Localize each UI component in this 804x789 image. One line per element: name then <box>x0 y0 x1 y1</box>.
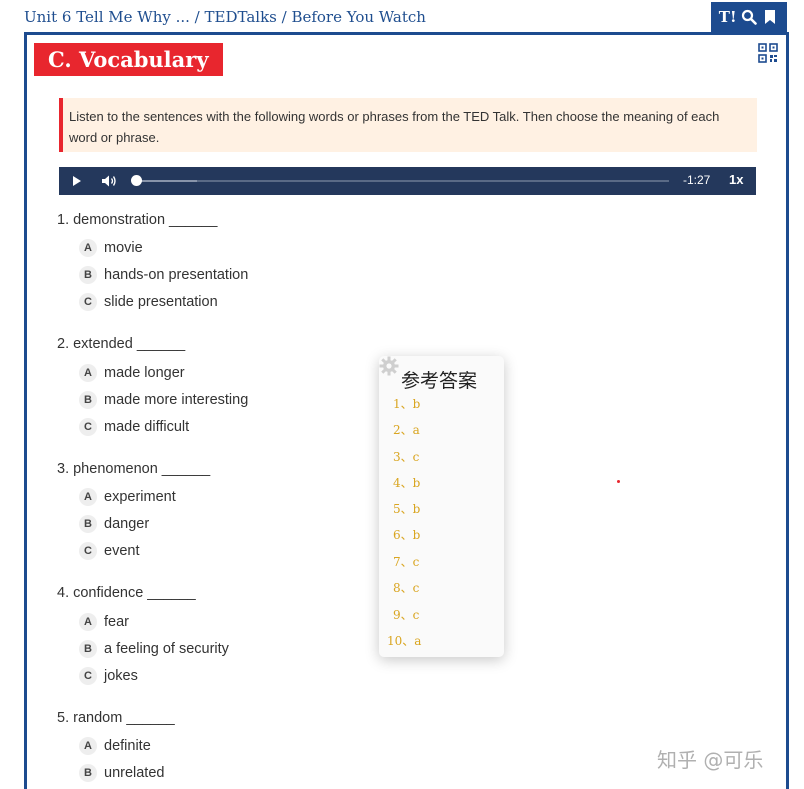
answer-item: 7、c <box>393 555 420 569</box>
audio-progress-handle[interactable] <box>130 175 142 186</box>
section-title: C. Vocabulary <box>34 43 223 76</box>
option-text: made more interesting <box>104 392 249 408</box>
option-text: danger <box>104 516 150 532</box>
option-text: a feeling of security <box>104 641 229 657</box>
option-text: event <box>104 543 140 559</box>
option-text: unrelated <box>104 765 165 781</box>
option-text: hands-on presentation <box>104 267 249 283</box>
bookmark-icon <box>765 10 776 24</box>
bookmark-button[interactable] <box>761 8 779 26</box>
question-text: 4. confidence ______ <box>57 585 196 601</box>
option-text: movie <box>104 240 143 256</box>
answer-item: 9、c <box>393 608 420 622</box>
audio-time-remaining: -1:27 <box>683 173 711 187</box>
answer-item: 10、a <box>387 634 422 648</box>
top-bar: Unit 6 Tell Me Why ... / TEDTalks / Befo… <box>0 0 804 32</box>
watermark: 知乎 @可乐 <box>657 748 764 772</box>
option-letter: B <box>79 640 97 658</box>
instructions-box: Listen to the sentences with the followi… <box>59 98 757 152</box>
option-letter: C <box>79 667 97 685</box>
audio-buffered-bar <box>133 180 198 182</box>
option-letter: B <box>79 515 97 533</box>
question-text: 3. phenomenon ______ <box>57 461 211 477</box>
option-letter: C <box>79 293 97 311</box>
option-letter: B <box>79 266 97 284</box>
option-letter: B <box>79 764 97 782</box>
answer-item: 8、c <box>393 581 420 595</box>
option-letter: A <box>79 613 97 631</box>
option-letter: A <box>79 737 97 755</box>
answer-item: 1、b <box>393 397 421 411</box>
option-letter: A <box>79 488 97 506</box>
answer-item: 4、b <box>393 476 421 490</box>
answer-item: 2、a <box>393 423 420 437</box>
answer-item: 3、c <box>393 450 420 464</box>
option-text: slide presentation <box>104 294 218 310</box>
gear-icon[interactable] <box>379 356 399 376</box>
question-text: 2. extended ______ <box>57 336 186 352</box>
search-button[interactable] <box>740 8 758 26</box>
option-text: definite <box>104 738 151 754</box>
question-text: 1. demonstration ______ <box>57 212 218 228</box>
answer-item: 6、b <box>393 528 421 542</box>
audio-progress-track[interactable] <box>133 180 669 182</box>
text-size-icon: T! <box>718 8 737 26</box>
option-text: made longer <box>104 365 185 381</box>
option-letter: B <box>79 391 97 409</box>
option-text: jokes <box>104 668 138 684</box>
playback-speed-button[interactable]: 1x <box>729 172 743 187</box>
option-letter: A <box>79 364 97 382</box>
toolbar: T! <box>711 2 787 32</box>
answer-key-popup: 参考答案 1、b 2、a 3、c 4、b 5、b 6、b 7、c 8、c 9、c… <box>379 356 504 657</box>
option-letter: C <box>79 542 97 560</box>
volume-icon[interactable] <box>101 174 117 188</box>
audio-player: -1:27 1x <box>59 167 756 195</box>
search-icon <box>741 9 757 25</box>
qr-code-icon[interactable] <box>758 43 778 63</box>
option-letter: A <box>79 239 97 257</box>
option-text: fear <box>104 614 129 630</box>
text-size-button[interactable]: T! <box>719 8 737 26</box>
play-icon[interactable] <box>71 175 83 187</box>
option-text: experiment <box>104 489 176 505</box>
stray-dot <box>617 480 620 483</box>
answer-item: 5、b <box>393 502 421 516</box>
breadcrumb[interactable]: Unit 6 Tell Me Why ... / TEDTalks / Befo… <box>24 8 426 26</box>
popup-title: 参考答案 <box>401 370 478 392</box>
option-text: made difficult <box>104 419 190 435</box>
option-letter: C <box>79 418 97 436</box>
question-text: 5. random ______ <box>57 710 175 726</box>
